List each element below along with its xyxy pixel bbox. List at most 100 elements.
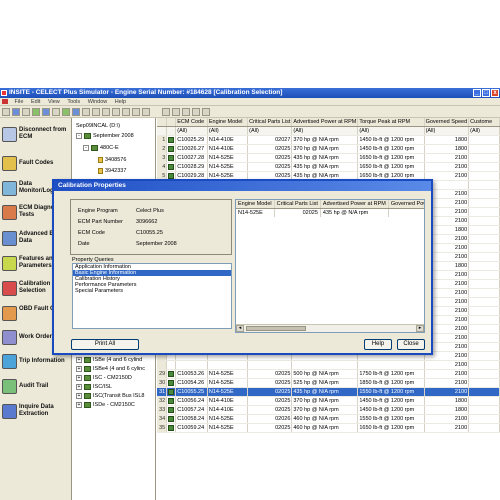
toolbar-audit-icon[interactable] <box>122 108 130 116</box>
fault-codes-icon <box>2 156 17 171</box>
expand-icon[interactable]: + <box>76 374 82 381</box>
detail-header-advertised-power[interactable]: Advertised Power at RPM <box>320 200 389 209</box>
filter-engine-model[interactable]: (All) <box>207 126 249 136</box>
toolbar-tests-icon[interactable] <box>52 108 60 116</box>
table-row[interactable]: 4 C10028.29 N14-525E 02025 435 hp @ N/A rpm 1… <box>157 162 500 172</box>
column-header-governed-speed[interactable]: Governed Speed <box>424 118 470 127</box>
cell-ecm-code: C10054.26 <box>175 378 208 388</box>
filter-customer[interactable]: (All) <box>468 126 500 136</box>
app-menu-icon[interactable] <box>2 99 8 105</box>
tree-root[interactable]: Sep09INCAL (D:\) <box>76 121 120 131</box>
menu-file[interactable]: File <box>12 98 27 106</box>
table-row[interactable]: 30 C10054.26 N14-525E 02025 525 hp @ N/A rpm… <box>157 378 500 388</box>
folder-icon <box>84 401 91 408</box>
table-row[interactable]: 33 C10057.24 N14-410E 02025 370 hp @ N/A rpm… <box>157 405 500 415</box>
query-special-parameters[interactable]: Special Parameters <box>73 288 231 294</box>
filter-governed-speed[interactable]: (All) <box>424 126 470 136</box>
expand-icon[interactable]: + <box>76 392 82 399</box>
toolbar-play-icon[interactable] <box>172 108 180 116</box>
menu-window[interactable]: Window <box>85 98 111 106</box>
toolbar-work-orders-icon[interactable] <box>102 108 110 116</box>
collapse-icon[interactable]: - <box>83 144 89 151</box>
tree-node[interactable]: 3942337 <box>98 166 126 176</box>
menu-view[interactable]: View <box>45 98 63 106</box>
nav-disconnect-from-ecm[interactable]: Disconnect from ECM <box>0 122 72 152</box>
toolbar-trip-icon[interactable] <box>112 108 120 116</box>
tree-node[interactable]: - 480C-E <box>83 143 119 153</box>
close-window-button[interactable]: x <box>491 89 499 97</box>
scroll-thumb[interactable] <box>246 326 306 331</box>
toolbar-fault-icon[interactable] <box>32 108 40 116</box>
tree-node-label: September 2008 <box>93 133 134 139</box>
toolbar-monitor-icon[interactable] <box>42 108 50 116</box>
toolbar-next-icon[interactable] <box>202 108 210 116</box>
tree-node[interactable]: 3408576 <box>98 155 126 165</box>
dialog-title[interactable]: Calibration Properties <box>54 181 431 191</box>
column-header-customer[interactable]: Custome <box>468 118 500 127</box>
nav-inquire-data-extraction[interactable]: Inquire Data Extraction <box>0 399 72 429</box>
table-row[interactable]: 3 C10027.28 N14-525E 02025 435 hp @ N/A rpm 1… <box>157 153 500 163</box>
print-all-button[interactable]: Print All <box>71 339 139 350</box>
toolbar-help-icon[interactable] <box>142 108 150 116</box>
toolbar-pause-icon[interactable] <box>182 108 190 116</box>
filter-critical-parts[interactable]: (All) <box>247 126 293 136</box>
window-title-bar[interactable]: INSITE - CELECT Plus Simulator - Engine … <box>0 88 500 98</box>
nav-label: Disconnect from ECM <box>19 127 67 140</box>
expand-icon[interactable]: + <box>76 356 82 363</box>
tree-node-label: ISC(Transit Bus ISL8 <box>93 393 145 399</box>
table-row[interactable]: 1 C10025.29 N14-410E 02027 370 hp @ N/A rpm 1… <box>157 135 500 145</box>
toolbar-features-icon[interactable] <box>72 108 80 116</box>
maximize-button[interactable]: □ <box>482 89 490 97</box>
table-row[interactable]: 2 C10026.27 N14-410E 02025 370 hp @ N/A rpm 1… <box>157 144 500 154</box>
table-row[interactable]: 34 C10058.24 N14-525E 02026 460 hp @ N/A rpm… <box>157 414 500 424</box>
selected-table-row[interactable]: 31 C10055.25 N14-525E 02025 435 hp @ N/A rpm… <box>157 387 500 397</box>
scroll-left-icon[interactable]: ◂ <box>236 325 244 332</box>
detail-table: Engine Model Critical Parts List Adverti… <box>236 200 424 217</box>
tree-node[interactable]: - September 2008 <box>76 131 134 141</box>
menu-tools[interactable]: Tools <box>64 98 83 106</box>
detail-row[interactable]: N14-525E 02025 435 hp @ N/A rpm <box>236 208 424 217</box>
collapse-icon[interactable]: - <box>76 132 82 139</box>
toolbar-disconnect-icon[interactable] <box>22 108 30 116</box>
menu-edit[interactable]: Edit <box>28 98 43 106</box>
calibration-file-icon <box>166 387 177 397</box>
column-header-torque-peak[interactable]: Torque Peak at RPM <box>357 118 425 127</box>
toolbar-prev-icon[interactable] <box>162 108 170 116</box>
column-header-ecm-code[interactable]: ECM Code <box>175 118 208 127</box>
scroll-right-icon[interactable]: ▸ <box>416 325 424 332</box>
detail-header-critical-parts[interactable]: Critical Parts List <box>274 200 321 209</box>
table-row[interactable]: 32 C10056.24 N14-410E 02025 370 hp @ N/A rpm… <box>157 396 500 406</box>
detail-header-governed-power[interactable]: Governed Power <box>388 200 424 209</box>
help-button[interactable]: Help <box>364 339 392 350</box>
column-header-engine-model[interactable]: Engine Model <box>207 118 249 127</box>
expand-icon[interactable]: + <box>76 383 82 390</box>
cell-governed-speed: 2100 <box>424 162 470 172</box>
table-row[interactable]: 29 C10053.26 N14-525E 02025 500 hp @ N/A rpm… <box>157 369 500 379</box>
filter-torque-peak[interactable]: (All) <box>357 126 425 136</box>
nav-label: Audit Trail <box>19 383 49 389</box>
toolbar-stop-icon[interactable] <box>192 108 200 116</box>
menu-help[interactable]: Help <box>112 98 129 106</box>
minimize-button[interactable]: _ <box>473 89 481 97</box>
table-row[interactable]: 2100 <box>157 360 500 370</box>
tree-node[interactable]: + ISDe - CM2150C <box>76 400 135 410</box>
filter-ecm-code[interactable]: (All) <box>175 126 208 136</box>
detail-horizontal-scrollbar[interactable]: ◂ ▸ <box>236 324 424 332</box>
toolbar-connect-icon[interactable] <box>12 108 20 116</box>
detail-header-engine-model[interactable]: Engine Model <box>236 200 275 209</box>
calibration-file-icon <box>166 360 177 370</box>
toolbar-back-icon[interactable] <box>2 108 10 116</box>
toolbar-data-icon[interactable] <box>62 108 70 116</box>
column-header-critical-parts[interactable]: Critical Parts List <box>247 118 293 127</box>
toolbar-obd-icon[interactable] <box>92 108 100 116</box>
close-button[interactable]: Close <box>397 339 425 350</box>
toolbar-calibration-icon[interactable] <box>82 108 90 116</box>
detail-governed-power <box>388 208 424 217</box>
cell-torque-peak: 1450 lb-ft @ 1200 rpm <box>357 144 425 154</box>
expand-icon[interactable]: + <box>76 365 82 372</box>
table-row[interactable]: 35 C10059.24 N14-525E 02025 460 hp @ N/A rpm… <box>157 423 500 433</box>
filter-advertised-power[interactable]: (All) <box>291 126 359 136</box>
column-header-advertised-power[interactable]: Advertised Power at RPM <box>291 118 359 127</box>
toolbar-print-icon[interactable] <box>132 108 140 116</box>
expand-icon[interactable]: + <box>76 401 82 408</box>
